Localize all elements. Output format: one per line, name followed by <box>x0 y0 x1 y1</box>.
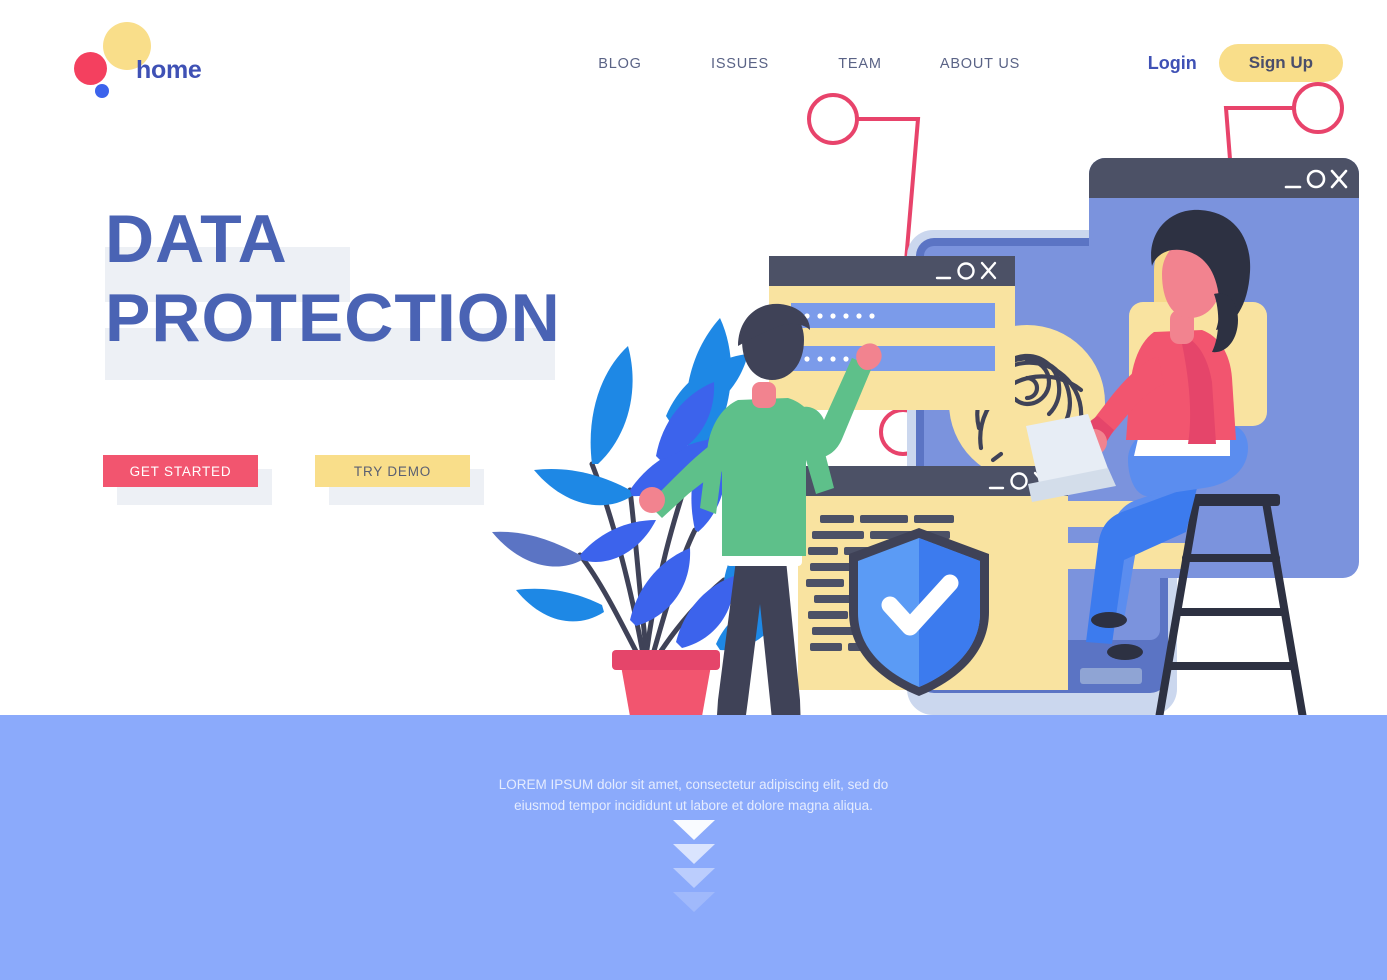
nav-item-about-us[interactable]: ABOUT US <box>920 52 1040 76</box>
logo-dot-pink-icon <box>74 52 107 85</box>
login-link[interactable]: Login <box>1148 53 1197 74</box>
headline-line-1: DATA <box>105 201 561 302</box>
get-started-button[interactable]: GET STARTED <box>103 455 258 487</box>
chevron-down-icon <box>672 868 715 888</box>
signup-button[interactable]: Sign Up <box>1218 44 1343 82</box>
page-title: DATA PROTECTION <box>105 201 561 381</box>
login-window <box>769 256 1015 410</box>
headline-text-2: PROTECTION <box>105 280 561 357</box>
cta-row: GET STARTED TRY DEMO <box>103 455 484 505</box>
chevron-down-icon <box>672 844 715 864</box>
password-field-1 <box>791 303 995 328</box>
footer-tagline: LOREM IPSUM dolor sit amet, consectetur … <box>0 775 1387 817</box>
footer-band: LOREM IPSUM dolor sit amet, consectetur … <box>0 715 1387 980</box>
logo-dot-blue-icon <box>95 84 109 98</box>
chevron-down-icon <box>672 820 715 840</box>
nav-item-team[interactable]: TEAM <box>800 52 920 76</box>
nav-item-issues[interactable]: ISSUES <box>680 52 800 76</box>
get-started-wrap: GET STARTED <box>103 455 272 505</box>
headline-text-1: DATA <box>105 201 288 277</box>
scroll-down-indicator[interactable] <box>0 820 1387 912</box>
try-demo-wrap: TRY DEMO <box>315 455 484 505</box>
chevron-down-icon <box>672 892 715 912</box>
landing-page: home BLOG ISSUES TEAM ABOUT US Login Sig… <box>0 0 1387 980</box>
auth-actions: Login Sign Up <box>1148 44 1343 82</box>
footer-tagline-text: LOREM IPSUM dolor sit amet, consectetur … <box>498 777 889 813</box>
password-field-2 <box>791 346 995 371</box>
hero-illustration <box>480 60 1387 772</box>
site-header: home BLOG ISSUES TEAM ABOUT US Login Sig… <box>0 0 1387 125</box>
headline-line-2: PROTECTION <box>105 280 561 381</box>
brand-logo[interactable]: home <box>58 14 288 104</box>
main-navigation: BLOG ISSUES TEAM ABOUT US <box>560 52 1040 76</box>
nav-item-blog[interactable]: BLOG <box>560 52 680 76</box>
brand-wordmark: home <box>136 56 202 84</box>
try-demo-button[interactable]: TRY DEMO <box>315 455 470 487</box>
